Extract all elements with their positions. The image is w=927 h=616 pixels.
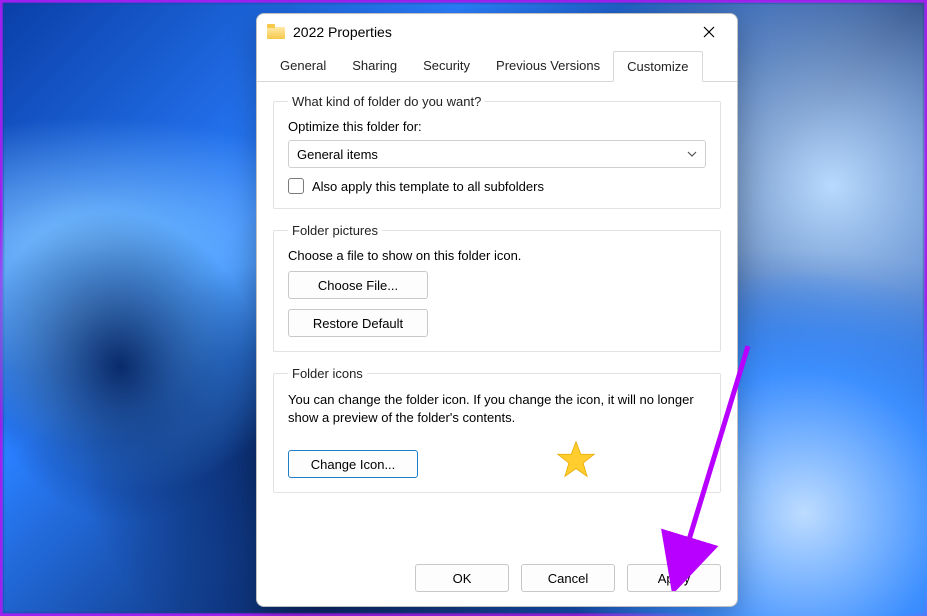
- chevron-down-icon: [687, 149, 697, 159]
- choose-file-prompt: Choose a file to show on this folder ico…: [288, 248, 706, 263]
- change-icon-button[interactable]: Change Icon...: [288, 450, 418, 478]
- apply-button[interactable]: Apply: [627, 564, 721, 592]
- tab-security[interactable]: Security: [410, 51, 483, 82]
- optimize-dropdown[interactable]: General items: [288, 140, 706, 168]
- folder-icons-prompt: You can change the folder icon. If you c…: [288, 391, 706, 426]
- group-folder-icons-legend: Folder icons: [288, 366, 367, 381]
- tab-content: What kind of folder do you want? Optimiz…: [257, 82, 737, 554]
- group-folder-kind: What kind of folder do you want? Optimiz…: [273, 94, 721, 209]
- optimize-dropdown-value: General items: [297, 147, 378, 162]
- dialog-button-row: OK Cancel Apply: [257, 554, 737, 606]
- tab-customize[interactable]: Customize: [613, 51, 702, 82]
- group-folder-icons: Folder icons You can change the folder i…: [273, 366, 721, 493]
- choose-file-button[interactable]: Choose File...: [288, 271, 428, 299]
- group-folder-pictures-legend: Folder pictures: [288, 223, 382, 238]
- folder-icon: [267, 25, 285, 39]
- ok-button[interactable]: OK: [415, 564, 509, 592]
- close-icon: [703, 26, 715, 38]
- apply-subfolders-label: Also apply this template to all subfolde…: [312, 179, 544, 194]
- star-icon: [556, 440, 596, 478]
- titlebar: 2022 Properties: [257, 14, 737, 50]
- close-button[interactable]: [687, 17, 731, 47]
- cancel-button[interactable]: Cancel: [521, 564, 615, 592]
- apply-subfolders-row[interactable]: Also apply this template to all subfolde…: [288, 178, 706, 194]
- tab-strip: General Sharing Security Previous Versio…: [257, 50, 737, 82]
- group-folder-pictures: Folder pictures Choose a file to show on…: [273, 223, 721, 352]
- tab-sharing[interactable]: Sharing: [339, 51, 410, 82]
- tab-general[interactable]: General: [267, 51, 339, 82]
- properties-dialog: 2022 Properties General Sharing Security…: [256, 13, 738, 607]
- tab-previous-versions[interactable]: Previous Versions: [483, 51, 613, 82]
- group-folder-kind-legend: What kind of folder do you want?: [288, 94, 485, 109]
- window-title: 2022 Properties: [293, 24, 687, 40]
- apply-subfolders-checkbox[interactable]: [288, 178, 304, 194]
- restore-default-button[interactable]: Restore Default: [288, 309, 428, 337]
- optimize-label: Optimize this folder for:: [288, 119, 706, 134]
